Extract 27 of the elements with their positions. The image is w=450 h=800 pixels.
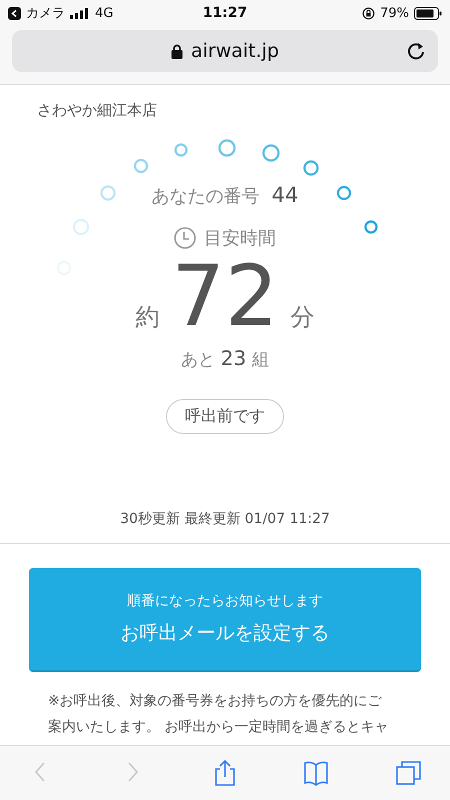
- estimate-label: 目安時間: [204, 227, 276, 250]
- approx-label: 約: [136, 302, 160, 333]
- lock-icon: [170, 44, 183, 58]
- rotation-lock-icon: [362, 6, 376, 20]
- address-bar[interactable]: airwait.jp: [12, 30, 438, 72]
- back-app-label[interactable]: カメラ: [26, 4, 65, 22]
- store-name: さわやか細江本店: [36, 100, 158, 120]
- clock-time: 11:27: [202, 5, 248, 21]
- minutes-unit: 分: [290, 302, 314, 333]
- book-icon[interactable]: [303, 759, 330, 787]
- status-badge: 呼出前です: [166, 399, 284, 434]
- update-info: 30秒更新 最終更新 01/07 11:27: [120, 510, 330, 528]
- groups-unit: 組: [252, 349, 270, 371]
- signal-icon: [70, 8, 90, 18]
- back-app-icon: [8, 6, 21, 20]
- tabs-icon[interactable]: [394, 759, 422, 787]
- network-label: 4G: [95, 6, 114, 20]
- battery-percent: 79%: [380, 6, 409, 20]
- clock-icon: [174, 227, 196, 249]
- reload-icon[interactable]: [406, 41, 426, 61]
- ticket-number: 44: [272, 183, 298, 207]
- notice-text: ※お呼出後、対象の番号券をお持ちの方を優先的にご案内いたします。 お呼出から一定時間を過ぎるとキャ: [48, 692, 390, 737]
- remaining-count: 23: [220, 346, 246, 370]
- wait-minutes: 72: [172, 254, 278, 338]
- battery-icon: [414, 6, 442, 20]
- remaining-label: あと: [180, 349, 215, 371]
- number-label: あなたの番号: [152, 185, 260, 208]
